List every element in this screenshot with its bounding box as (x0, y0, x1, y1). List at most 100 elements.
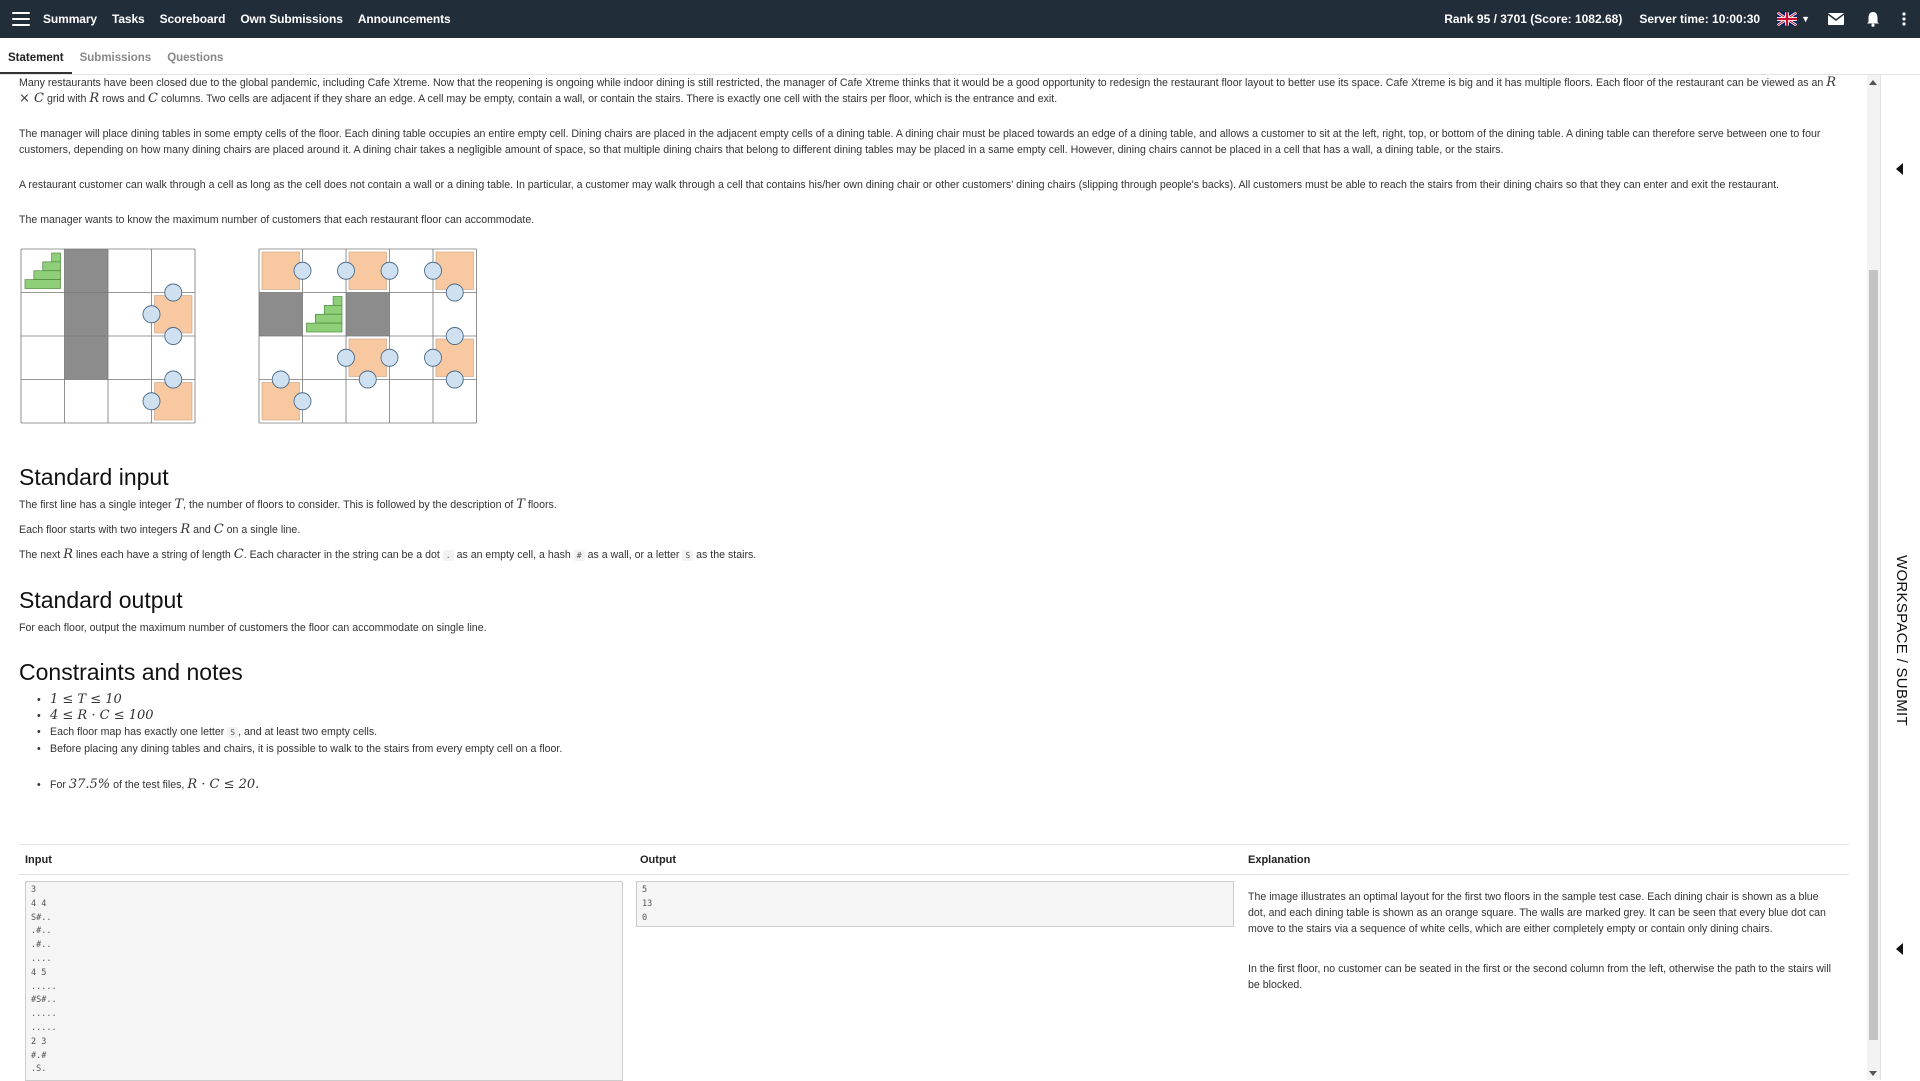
math-c: C (233, 547, 244, 562)
p1-math-c: C (148, 91, 158, 106)
hamburger-menu-icon[interactable] (12, 12, 30, 26)
constraints-list: 1 ≤ T ≤ 10 4 ≤ R · C ≤ 100 Each floor ma… (37, 692, 1844, 793)
text: as the stairs. (696, 549, 757, 561)
standard-output-heading: Standard output (19, 587, 183, 613)
nav-summary[interactable]: Summary (43, 12, 97, 26)
constraints-heading: Constraints and notes (19, 659, 243, 685)
envelope-icon[interactable] (1828, 13, 1844, 25)
expand-workspace-arrow-icon-bottom[interactable] (1896, 943, 1903, 955)
dining-chair (424, 348, 442, 367)
wall-cell (346, 292, 390, 336)
bell-icon[interactable] (1866, 11, 1880, 27)
dining-chair (337, 348, 355, 367)
scroll-down-arrow-icon[interactable] (1869, 1071, 1877, 1076)
dining-chair (445, 370, 464, 389)
text: as a wall, or a letter (587, 549, 680, 561)
language-caret-icon[interactable]: ▼ (1801, 14, 1810, 24)
dining-chair (380, 348, 399, 367)
constraints-section: Constraints and notes 1 ≤ T ≤ 10 4 ≤ R ·… (19, 658, 1844, 793)
constraint-item: Each floor map has exactly one letter S,… (37, 724, 1844, 741)
text: Each floor map has exactly one letter (50, 726, 225, 738)
nav-own-submissions[interactable]: Own Submissions (240, 12, 343, 26)
dining-chair (445, 283, 464, 302)
stairs-step (315, 313, 343, 324)
statement-paragraph-2: The manager will place dining tables in … (19, 128, 1821, 156)
server-time: Server time: 10:00:30 (1639, 12, 1761, 26)
scrollbar-thumb[interactable] (1869, 270, 1878, 1040)
nav-announcements[interactable]: Announcements (358, 12, 451, 26)
dining-chair (142, 392, 161, 411)
dining-chair (337, 261, 355, 280)
statement-paragraph-1: Many restaurants have been closed due to… (19, 75, 1844, 107)
math-r: R (63, 547, 73, 562)
text: , and at least two empty cells. (238, 726, 378, 738)
constraint-item: 1 ≤ T ≤ 10 (37, 692, 1844, 708)
uk-flag-icon[interactable] (1777, 12, 1798, 26)
text: of the test files, (113, 779, 185, 791)
stairs-step (33, 270, 61, 280)
constraint-math: 1 ≤ T ≤ 10 (50, 692, 122, 707)
output-text: For each floor, output the maximum numbe… (19, 622, 487, 634)
tab-submissions[interactable]: Submissions (72, 52, 160, 74)
scroll-up-arrow-icon[interactable] (1869, 80, 1877, 85)
floor-1-illustration (20, 248, 196, 424)
statement-paragraph-4: The manager wants to know the maximum nu… (19, 214, 535, 226)
expand-workspace-arrow-icon[interactable] (1896, 163, 1903, 175)
dining-chair (271, 370, 290, 389)
text: and (193, 524, 211, 536)
p1-text-c: rows and (102, 93, 146, 105)
p1-math-r: R (89, 91, 100, 106)
stairs-step (332, 296, 343, 306)
navbar-right: Rank 95 / 3701 (Score: 1082.68) Server t… (1444, 0, 1920, 38)
tab-questions[interactable]: Questions (159, 52, 231, 74)
text: Each floor starts with two integers (19, 524, 178, 536)
sample-table-header: Input Output Explanation (19, 845, 1849, 875)
math-t: T (174, 497, 184, 512)
stairs-step (323, 305, 343, 315)
subtabs: Statement Submissions Questions (0, 38, 1920, 75)
input-line-1: The first line has a single integer T, t… (19, 497, 1844, 513)
math-r: R (180, 522, 191, 537)
math-percent: 37.5% (68, 777, 111, 792)
wall-cell (64, 336, 108, 380)
p1-text-d: columns. Two cells are adjacent if they … (160, 93, 1058, 105)
stairs-step (51, 252, 61, 263)
standard-input-heading: Standard input (19, 464, 169, 490)
wall-cell (259, 292, 303, 336)
stairs-step (24, 279, 61, 289)
explanation-header: Explanation (1248, 853, 1311, 866)
text: , the number of floors to consider. This… (183, 499, 514, 511)
dining-chair (164, 370, 183, 389)
workspace-submit-label[interactable]: WORKSPACE / SUBMIT (1893, 555, 1910, 726)
dining-chair (164, 327, 183, 345)
dining-chair (424, 261, 442, 280)
sample-table: Input Output Explanation 3 4 4 S#.. .#..… (19, 844, 1849, 1081)
explanation-paragraph-1: The image illustrates an optimal layout … (1248, 891, 1826, 935)
workspace-panel[interactable]: WORKSPACE / SUBMIT (1880, 75, 1920, 1080)
nav-tasks[interactable]: Tasks (112, 12, 145, 26)
stairs-step (306, 322, 343, 333)
sample-output-box[interactable]: 5 13 0 (636, 881, 1234, 927)
text: . Each character in the string can be a … (243, 549, 440, 561)
tab-statement[interactable]: Statement (0, 52, 72, 74)
math-t: T (516, 497, 525, 512)
kebab-menu-icon[interactable] (1902, 12, 1906, 26)
sample-table-body: 3 4 4 S#.. .#.. .#.. .... 4 5 ..... #S#.… (19, 875, 1849, 1081)
constraint-math: 4 ≤ R · C ≤ 100 (50, 708, 154, 723)
text: floors. (527, 499, 557, 511)
p1-text-a: Many restaurants have been closed due to… (19, 77, 1824, 89)
sample-explanation: The image illustrates an optimal layout … (1248, 881, 1838, 1081)
p1-text-b: grid with (46, 93, 87, 105)
input-header: Input (25, 853, 52, 866)
text: as an empty cell, a hash (456, 549, 571, 561)
code-s: S (227, 727, 239, 738)
constraint-item: Before placing any dining tables and cha… (37, 741, 1844, 757)
content-scrollbar[interactable] (1867, 75, 1880, 1080)
sample-input-box[interactable]: 3 4 4 S#.. .#.. .#.. .... 4 5 ..... #S#.… (25, 881, 623, 1081)
math-c: C (213, 522, 224, 537)
nav-scoreboard[interactable]: Scoreboard (160, 12, 226, 26)
code-s: S (682, 550, 694, 561)
text: on a single line. (226, 524, 301, 536)
dining-chair (380, 261, 399, 280)
text: The first line has a single integer (19, 499, 172, 511)
